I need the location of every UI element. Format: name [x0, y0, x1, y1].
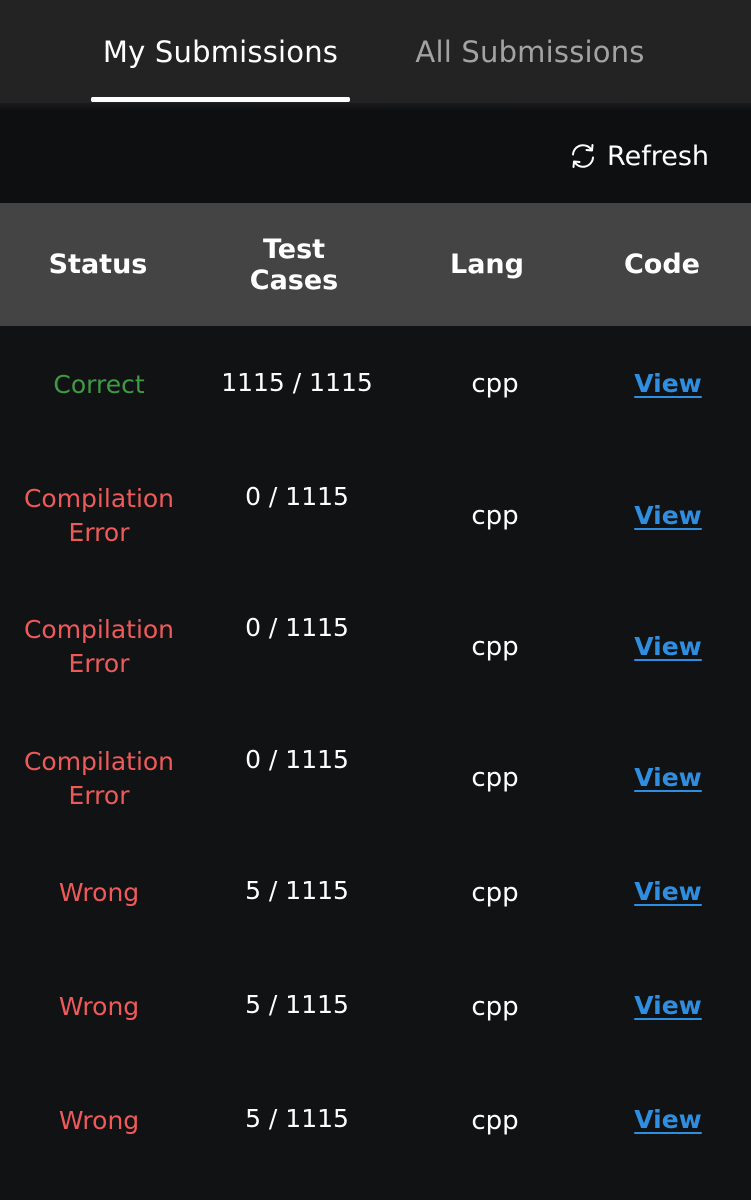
- lang-text: cpp: [471, 369, 519, 399]
- header-status: Status: [48, 249, 148, 280]
- refresh-icon: [569, 142, 597, 170]
- table-row: Compilation Error 0 / 1115 cpp View: [0, 702, 751, 833]
- view-code-cell: View: [594, 761, 742, 795]
- view-code-link[interactable]: View: [634, 501, 702, 530]
- table-header: Status Test Cases Lang Code: [0, 203, 751, 326]
- tab-my-submissions-label: My Submissions: [102, 34, 339, 69]
- view-code-cell: View: [594, 630, 742, 664]
- header-lang: Lang: [450, 249, 524, 280]
- lang-text: cpp: [471, 763, 519, 793]
- table-row: Wrong 5 / 1115 cpp View: [0, 833, 751, 947]
- header-code: Code: [623, 249, 700, 280]
- view-code-link[interactable]: View: [634, 369, 702, 398]
- test-cases-text: 0 / 1115: [245, 745, 349, 774]
- table-row: Wrong 5 / 1115 cpp View: [0, 1061, 751, 1175]
- status-text: Compilation Error: [23, 615, 175, 678]
- status-text: Correct: [53, 370, 145, 399]
- view-code-cell: View: [594, 499, 742, 533]
- test-cases-text: 0 / 1115: [245, 613, 349, 642]
- lang-text: cpp: [471, 992, 519, 1022]
- lang-text: cpp: [471, 1106, 519, 1136]
- table-row: Compilation Error 0 / 1115 cpp View: [0, 440, 751, 571]
- tab-bar-divider: [0, 103, 751, 111]
- test-cases-text: 1115 / 1115: [221, 368, 373, 397]
- lang-text: cpp: [471, 878, 519, 908]
- toolbar: Refresh: [0, 111, 751, 203]
- view-code-cell: View: [594, 1103, 742, 1137]
- status-text: Wrong: [58, 992, 140, 1021]
- status-text: Compilation Error: [23, 484, 175, 547]
- view-code-cell: View: [594, 367, 742, 401]
- view-code-link[interactable]: View: [634, 632, 702, 661]
- lang-text: cpp: [471, 632, 519, 662]
- test-cases-text: 0 / 1115: [245, 482, 349, 511]
- view-code-link[interactable]: View: [634, 991, 702, 1020]
- tab-all-submissions[interactable]: All Submissions: [392, 0, 668, 103]
- refresh-label: Refresh: [607, 140, 709, 172]
- test-cases-text: 5 / 1115: [245, 990, 349, 1019]
- tab-my-submissions[interactable]: My Submissions: [91, 0, 350, 103]
- test-cases-text: 5 / 1115: [245, 1104, 349, 1133]
- tab-all-submissions-label: All Submissions: [415, 34, 645, 69]
- submissions-tab-bar: My Submissions All Submissions: [0, 0, 751, 103]
- table-row: Wrong 5 / 1115 cpp View: [0, 947, 751, 1061]
- status-text: Wrong: [58, 878, 140, 907]
- refresh-button[interactable]: Refresh: [569, 136, 709, 176]
- header-test-cases: Test Cases: [249, 233, 339, 296]
- active-tab-indicator: [91, 97, 350, 102]
- view-code-link[interactable]: View: [634, 763, 702, 792]
- view-code-cell: View: [594, 875, 742, 909]
- view-code-link[interactable]: View: [634, 877, 702, 906]
- view-code-link[interactable]: View: [634, 1105, 702, 1134]
- lang-text: cpp: [471, 501, 519, 531]
- table-row: Correct 1115 / 1115 cpp View: [0, 326, 751, 440]
- table-row: Compilation Error 0 / 1115 cpp View: [0, 571, 751, 702]
- test-cases-text: 5 / 1115: [245, 876, 349, 905]
- status-text: Wrong: [58, 1106, 140, 1135]
- view-code-cell: View: [594, 989, 742, 1023]
- status-text: Compilation Error: [23, 747, 175, 810]
